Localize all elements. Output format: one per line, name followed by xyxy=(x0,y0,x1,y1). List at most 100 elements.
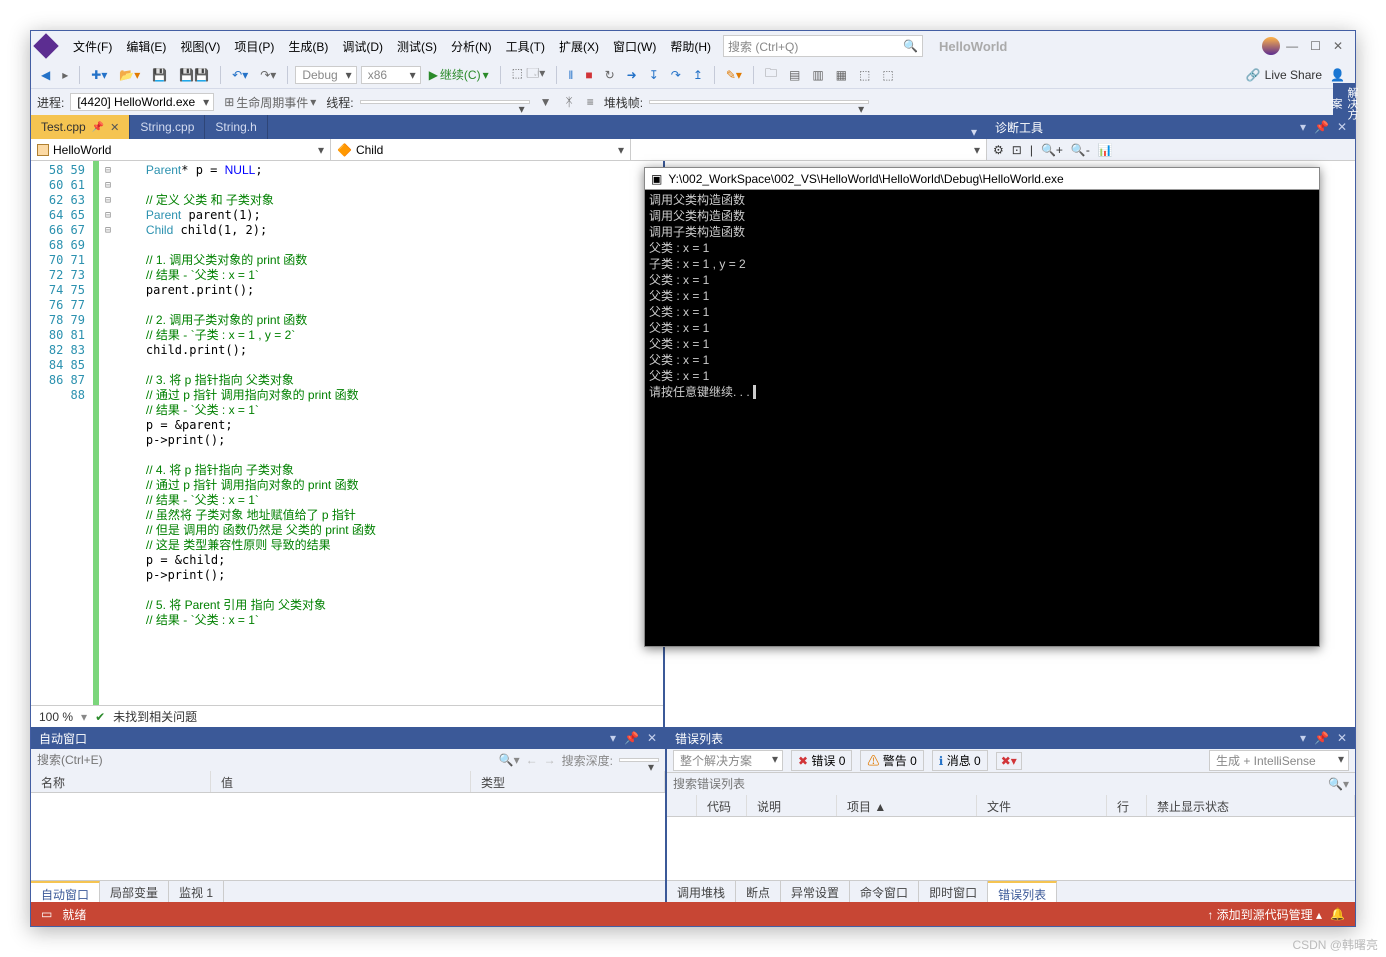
tool-4-button[interactable]: ▥ xyxy=(808,66,827,84)
errors-filter[interactable]: ✖ 错误 0 xyxy=(791,750,852,771)
tab-exceptions[interactable]: 异常设置 xyxy=(781,881,850,902)
col-name[interactable]: 名称 xyxy=(31,771,211,792)
col-suppress[interactable]: 禁止显示状态 xyxy=(1147,795,1355,816)
tab-errorlist[interactable]: 错误列表 xyxy=(988,881,1057,902)
messages-filter[interactable]: ℹ 消息 0 xyxy=(932,750,988,771)
minimize-button[interactable]: — xyxy=(1286,39,1298,53)
save-button[interactable]: 💾 xyxy=(148,66,171,84)
dropdown-icon[interactable]: ▾ xyxy=(610,731,616,745)
col-desc[interactable]: 说明 xyxy=(747,795,837,816)
col-value[interactable]: 值 xyxy=(211,771,471,792)
tab-command[interactable]: 命令窗口 xyxy=(850,881,919,902)
pin-icon[interactable]: 📌 xyxy=(92,122,104,133)
pause-button[interactable]: ‖ xyxy=(564,66,577,84)
menu-edit[interactable]: 编辑(E) xyxy=(120,34,172,59)
restart-button[interactable]: ↻ xyxy=(601,66,619,84)
filter-3-button[interactable]: ≡ xyxy=(583,93,598,111)
open-file-button[interactable]: 📂▾ xyxy=(115,66,144,84)
config-dropdown[interactable]: Debug xyxy=(295,66,356,84)
close-button[interactable]: ✕ xyxy=(1333,39,1343,53)
filter-2-button[interactable]: ᛡ xyxy=(562,93,577,111)
menu-project[interactable]: 项目(P) xyxy=(228,34,280,59)
filter-1-button[interactable]: ▼ xyxy=(536,93,556,111)
member-dropdown[interactable] xyxy=(631,139,987,160)
solution-explorer-tab[interactable]: 解决方案 xyxy=(1333,83,1355,123)
save-all-button[interactable]: 💾💾 xyxy=(175,66,213,84)
menu-build[interactable]: 生成(B) xyxy=(282,34,334,59)
zoom-in-icon[interactable]: 🔍+ xyxy=(1041,143,1063,157)
tool-1-button[interactable]: ✎▾ xyxy=(722,66,746,84)
class-dropdown[interactable]: 🔶Child xyxy=(331,139,631,160)
menu-help[interactable]: 帮助(H) xyxy=(664,34,717,59)
autos-search[interactable]: 🔍▾ ← → 搜索深度: xyxy=(31,749,665,771)
quick-launch-search[interactable]: 搜索 (Ctrl+Q) 🔍 xyxy=(723,35,923,57)
search-icon[interactable]: 🔍▾ xyxy=(499,753,520,767)
zoom-level[interactable]: 100 % xyxy=(39,710,73,724)
pin-icon[interactable]: 📌 xyxy=(624,731,639,745)
step-into-button[interactable]: ↧ xyxy=(645,66,663,84)
col-code[interactable]: 代码 xyxy=(697,795,747,816)
new-project-button[interactable]: ✚▾ xyxy=(87,66,111,84)
stop-button[interactable]: ■ xyxy=(581,66,596,84)
step-out-button[interactable]: ↥ xyxy=(689,66,707,84)
next-icon[interactable]: → xyxy=(544,753,556,767)
tab-autos[interactable]: 自动窗口 xyxy=(31,881,100,902)
zoom-reset-icon[interactable]: ⊡ xyxy=(1012,143,1022,157)
notifications-icon[interactable]: 🔔 xyxy=(1330,907,1345,921)
tab-string-cpp[interactable]: String.cpp xyxy=(130,115,205,139)
gear-icon[interactable]: ⚙ xyxy=(993,143,1004,157)
redo-button[interactable]: ↷▾ xyxy=(256,66,280,84)
scope-dropdown[interactable]: HelloWorld xyxy=(31,139,331,160)
platform-dropdown[interactable]: x86 xyxy=(361,66,421,84)
menu-view[interactable]: 视图(V) xyxy=(174,34,226,59)
tool-2-button[interactable]: 🗀 xyxy=(761,62,781,87)
tool-6-button[interactable]: ⬚ xyxy=(855,66,874,84)
autohide-icon[interactable]: 📌 xyxy=(1314,120,1329,134)
zoom-out-icon[interactable]: 🔍- xyxy=(1071,143,1090,157)
pin-icon[interactable]: ▾ xyxy=(1300,120,1306,134)
clear-filter-button[interactable]: ✖▾ xyxy=(996,752,1022,770)
close-icon[interactable]: ✕ xyxy=(647,731,657,745)
col-icon[interactable] xyxy=(667,795,697,816)
scope-dropdown[interactable]: 整个解决方案 xyxy=(673,750,783,771)
pin-icon[interactable]: 📌 xyxy=(1314,731,1329,745)
menu-file[interactable]: 文件(F) xyxy=(67,34,118,59)
col-line[interactable]: 行 xyxy=(1107,795,1147,816)
process-dropdown[interactable]: [4420] HelloWorld.exe xyxy=(70,93,214,111)
dropdown-icon[interactable]: ▾ xyxy=(1300,731,1306,745)
console-window[interactable]: ▣ Y:\002_WorkSpace\002_VS\HelloWorld\Hel… xyxy=(644,167,1320,647)
tool-7-button[interactable]: ⬚ xyxy=(878,66,897,84)
liveshare-button[interactable]: 🔗 Live Share xyxy=(1246,68,1322,82)
code-editor[interactable]: 58 59 60 61 62 63 64 65 66 67 68 69 70 7… xyxy=(31,161,663,705)
col-type[interactable]: 类型 xyxy=(471,771,665,792)
nav-back-button[interactable]: ◀ xyxy=(37,66,54,84)
tab-watch1[interactable]: 监视 1 xyxy=(169,881,224,902)
tab-overflow-icon[interactable]: ▾ xyxy=(971,125,977,139)
maximize-button[interactable]: ☐ xyxy=(1310,39,1321,53)
close-icon[interactable]: ✕ xyxy=(110,121,119,134)
prev-icon[interactable]: ← xyxy=(526,753,538,767)
tab-breakpoints[interactable]: 断点 xyxy=(736,881,781,902)
tab-callstack[interactable]: 调用堆栈 xyxy=(667,881,736,902)
feedback-icon[interactable] xyxy=(1262,37,1280,55)
tab-immediate[interactable]: 即时窗口 xyxy=(919,881,988,902)
errorlist-search-input[interactable] xyxy=(673,777,1322,791)
depth-dropdown[interactable] xyxy=(619,758,659,762)
lifecycle-button[interactable]: ⊞ 生命周期事件 ▾ xyxy=(220,92,320,113)
tab-string-h[interactable]: String.h xyxy=(205,115,267,139)
col-project[interactable]: 项目 ▲ xyxy=(837,795,977,816)
source-dropdown[interactable]: 生成 + IntelliSense xyxy=(1209,750,1349,771)
tab-locals[interactable]: 局部变量 xyxy=(100,881,169,902)
menu-debug[interactable]: 调试(D) xyxy=(336,34,389,59)
stackframe-dropdown[interactable] xyxy=(649,100,869,104)
scm-button[interactable]: ↑ 添加到源代码管理 ▴ xyxy=(1207,906,1322,923)
nav-forward-button[interactable]: ▸ xyxy=(58,66,72,84)
menu-test[interactable]: 测试(S) xyxy=(391,34,443,59)
continue-button[interactable]: ▶ 继续(C) ▾ xyxy=(425,64,493,85)
step-over-button[interactable]: ↷ xyxy=(667,66,685,84)
undo-button[interactable]: ↶▾ xyxy=(228,66,252,84)
warnings-filter[interactable]: ⚠ 警告 0 xyxy=(860,750,923,771)
errorlist-search[interactable]: 🔍▾ xyxy=(667,773,1355,795)
show-next-button[interactable]: ➜ xyxy=(623,66,641,84)
tab-test-cpp[interactable]: Test.cpp 📌 ✕ xyxy=(31,115,130,139)
